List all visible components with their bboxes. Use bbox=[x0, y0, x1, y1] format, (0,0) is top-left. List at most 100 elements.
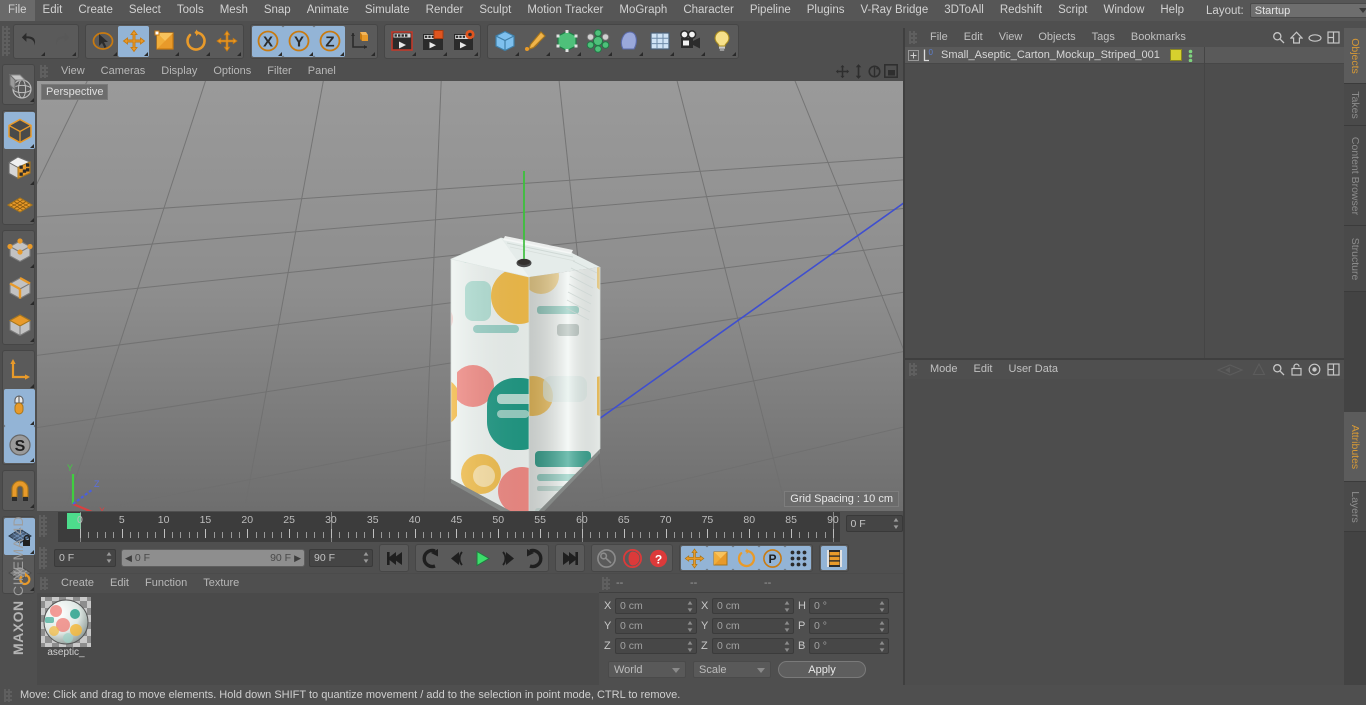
search-icon[interactable] bbox=[1272, 363, 1285, 376]
render-settings-button[interactable] bbox=[448, 26, 479, 57]
step-forward-button[interactable] bbox=[495, 546, 521, 570]
menu-mesh[interactable]: Mesh bbox=[212, 0, 256, 21]
spinner-icon[interactable] bbox=[879, 601, 885, 612]
next-key-button[interactable] bbox=[521, 546, 547, 570]
current-frame-field[interactable]: 0 F bbox=[54, 549, 116, 567]
side-tab-structure[interactable]: Structure bbox=[1344, 226, 1366, 292]
maximize-view-icon[interactable] bbox=[884, 64, 898, 78]
spinner-icon[interactable] bbox=[363, 552, 369, 563]
attribute-content[interactable] bbox=[905, 379, 1344, 687]
panel-grip[interactable] bbox=[40, 64, 48, 78]
spline-pen-button[interactable] bbox=[520, 26, 551, 57]
go-to-start-button[interactable] bbox=[381, 546, 407, 570]
material-item[interactable]: aseptic_ bbox=[41, 597, 91, 658]
world-axis-button[interactable] bbox=[345, 26, 376, 57]
play-button[interactable] bbox=[469, 546, 495, 570]
material-tag-icon[interactable] bbox=[1170, 49, 1182, 61]
step-back-button[interactable] bbox=[443, 546, 469, 570]
material-thumbnail[interactable] bbox=[41, 597, 91, 647]
render-region-button[interactable] bbox=[417, 26, 448, 57]
select-arrow-button[interactable] bbox=[87, 26, 118, 57]
coord-size-x-field[interactable]: 0 cm bbox=[712, 598, 794, 614]
go-to-end-button[interactable] bbox=[557, 546, 583, 570]
preview-range-slider[interactable]: ◀ 0 F 90 F ▶ bbox=[121, 549, 305, 567]
menu-redshift[interactable]: Redshift bbox=[992, 0, 1050, 21]
home-icon[interactable] bbox=[1290, 31, 1303, 44]
spinner-icon[interactable] bbox=[784, 601, 790, 612]
layout-icon[interactable] bbox=[1327, 31, 1340, 44]
coord-system-dropdown[interactable]: World bbox=[608, 661, 686, 678]
dolly-icon[interactable] bbox=[852, 63, 865, 79]
timeline-button[interactable] bbox=[821, 546, 847, 570]
spinner-icon[interactable] bbox=[687, 641, 693, 652]
scene-button[interactable] bbox=[644, 26, 675, 57]
menu-render[interactable]: Render bbox=[418, 0, 472, 21]
move-button[interactable] bbox=[118, 25, 149, 57]
panel-grip[interactable] bbox=[40, 577, 48, 590]
make-editable-button[interactable] bbox=[4, 66, 35, 103]
attribute-menu-edit[interactable]: Edit bbox=[966, 360, 1001, 379]
expand-toggle-icon[interactable] bbox=[908, 49, 919, 61]
cube-primitive-button[interactable] bbox=[489, 26, 520, 57]
layout-icon[interactable] bbox=[1327, 363, 1340, 376]
ellipse-icon[interactable] bbox=[1308, 33, 1322, 43]
coord-rotation-b-field[interactable]: 0 ° bbox=[809, 638, 889, 654]
generator-button[interactable] bbox=[551, 26, 582, 57]
object-axis-button[interactable] bbox=[4, 352, 35, 389]
menu-v-ray-bridge[interactable]: V-Ray Bridge bbox=[852, 0, 936, 21]
menu-character[interactable]: Character bbox=[675, 0, 742, 21]
scale-button[interactable] bbox=[149, 26, 180, 57]
menu-mograph[interactable]: MoGraph bbox=[611, 0, 675, 21]
render-view-button[interactable] bbox=[386, 26, 417, 57]
viewport-menu-view[interactable]: View bbox=[53, 61, 93, 81]
object-menu-view[interactable]: View bbox=[991, 28, 1031, 47]
range-left-arrow-icon[interactable]: ◀ bbox=[125, 553, 132, 564]
object-tree[interactable]: 0 Small_Aseptic_Carton_Mockup_Striped_00… bbox=[905, 47, 1344, 358]
undo-button[interactable] bbox=[15, 26, 46, 57]
menu-create[interactable]: Create bbox=[70, 0, 121, 21]
viewport-menu-filter[interactable]: Filter bbox=[259, 61, 299, 81]
menu-help[interactable]: Help bbox=[1152, 0, 1192, 21]
viewport-menu-cameras[interactable]: Cameras bbox=[93, 61, 154, 81]
spinner-icon[interactable] bbox=[879, 621, 885, 632]
layout-dropdown[interactable]: Startup bbox=[1249, 3, 1366, 18]
coord-size-z-field[interactable]: 0 cm bbox=[712, 638, 794, 654]
redo-button[interactable] bbox=[46, 26, 77, 57]
viewport-solo-button[interactable] bbox=[4, 389, 35, 426]
menu-tools[interactable]: Tools bbox=[169, 0, 212, 21]
pan-icon[interactable] bbox=[835, 64, 850, 79]
menu-script[interactable]: Script bbox=[1050, 0, 1095, 21]
menu-simulate[interactable]: Simulate bbox=[357, 0, 418, 21]
attribute-menu-mode[interactable]: Mode bbox=[922, 360, 966, 379]
y-axis-button[interactable]: Y bbox=[283, 25, 314, 57]
texture-mode-button[interactable] bbox=[4, 149, 35, 186]
object-options-icon[interactable] bbox=[1187, 49, 1194, 62]
spinner-icon[interactable] bbox=[879, 641, 885, 652]
edges-mode-button[interactable] bbox=[4, 269, 35, 306]
record-params-button[interactable] bbox=[785, 546, 811, 570]
record-scale-button[interactable] bbox=[707, 546, 733, 570]
record-position-button[interactable] bbox=[681, 546, 707, 570]
spinner-icon[interactable] bbox=[687, 601, 693, 612]
coord-size-y-field[interactable]: 0 cm bbox=[712, 618, 794, 634]
menu-pipeline[interactable]: Pipeline bbox=[742, 0, 799, 21]
record-button[interactable] bbox=[619, 546, 645, 570]
move-alt-button[interactable] bbox=[211, 26, 242, 57]
menu-window[interactable]: Window bbox=[1095, 0, 1152, 21]
record-rotation-button[interactable] bbox=[733, 546, 759, 570]
autokey-button[interactable] bbox=[593, 546, 619, 570]
history-back-icon[interactable] bbox=[1216, 363, 1246, 376]
menu-3dtoall[interactable]: 3DToAll bbox=[936, 0, 992, 21]
panel-grip[interactable] bbox=[39, 515, 47, 537]
spinner-icon[interactable] bbox=[784, 621, 790, 632]
material-menu-edit[interactable]: Edit bbox=[102, 574, 137, 593]
menu-edit[interactable]: Edit bbox=[35, 0, 71, 21]
material-list[interactable]: aseptic_ bbox=[37, 593, 599, 685]
panel-grip[interactable] bbox=[39, 547, 47, 569]
coord-position-x-field[interactable]: 0 cm bbox=[615, 598, 697, 614]
menu-select[interactable]: Select bbox=[121, 0, 169, 21]
coord-mode-dropdown[interactable]: Scale bbox=[693, 661, 771, 678]
toolbar-grip[interactable] bbox=[2, 26, 10, 56]
spinner-icon[interactable] bbox=[784, 641, 790, 652]
polygons-mode-button[interactable] bbox=[4, 306, 35, 343]
